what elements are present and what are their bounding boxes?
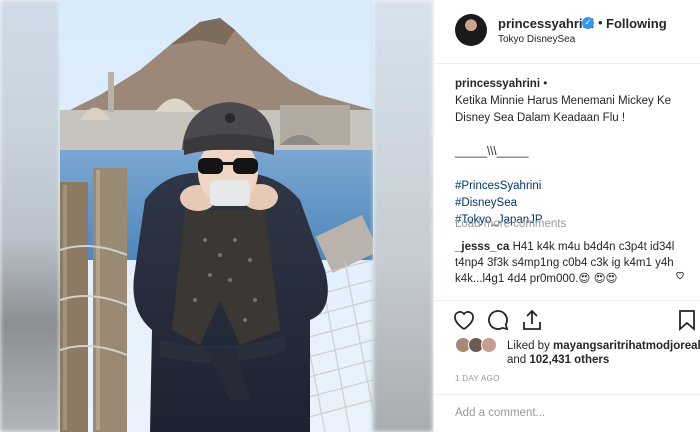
likes-prefix: Liked by [507, 340, 550, 352]
caption-username[interactable]: princessyahrini [455, 78, 540, 90]
verified-badge-icon: ✓ [582, 17, 594, 29]
likes-and: and [507, 354, 527, 366]
comment-icon[interactable] [486, 308, 510, 332]
header-separator: • [598, 15, 603, 30]
post-username[interactable]: princessyahrini [498, 16, 594, 31]
hashtag-link[interactable]: #DisneySea [455, 195, 695, 212]
avatar [481, 337, 497, 353]
caption-line-2: Disney Sea Dalam Keadaan Flu ! [455, 112, 626, 124]
comment-item: _jesss_ca H41 k4k m4u b4d4n c3p4t id34l … [455, 239, 680, 287]
likes-top-user[interactable]: mayangsaritrihatmodjoreal [553, 340, 700, 352]
bookmark-icon[interactable] [675, 308, 699, 332]
post-timestamp[interactable]: 1 DAY AGO [455, 374, 500, 383]
avatar[interactable] [455, 14, 487, 46]
post-photo-image [60, 0, 373, 432]
add-comment-field[interactable]: Add a comment... [434, 394, 700, 432]
following-button[interactable]: Following [606, 16, 667, 31]
share-icon[interactable] [520, 308, 544, 332]
likes-summary: Liked by mayangsaritrihatmodjoreal and 1… [455, 337, 700, 367]
likes-text: Liked by mayangsaritrihatmodjoreal and 1… [507, 339, 700, 367]
blurred-background-left [0, 0, 60, 432]
comment-username[interactable]: _jesss_ca [455, 241, 509, 253]
likes-count[interactable]: 102,431 others [529, 354, 609, 366]
post-sidebar: princessyahrini ✓ • Following Tokyo Disn… [433, 0, 700, 432]
post-photo[interactable] [60, 0, 373, 432]
load-more-comments-button[interactable]: Load more comments [455, 218, 566, 230]
caption-divider: _____\\\_____ [455, 146, 529, 158]
comment-like-heart-icon[interactable] [675, 270, 685, 280]
caption-separator: • [543, 78, 548, 90]
add-comment-placeholder[interactable]: Add a comment... [455, 407, 545, 419]
blurred-background-right [373, 0, 433, 432]
location-link[interactable]: Tokyo DisneySea [498, 34, 575, 45]
caption-line-1: Ketika Minnie Harus Menemani Mickey Ke [455, 95, 672, 107]
heart-icon[interactable] [452, 308, 476, 332]
hashtag-link[interactable]: #PrincesSyahrini [455, 178, 695, 195]
caption: princessyahrini • Ketika Minnie Harus Me… [455, 76, 695, 229]
action-bar [434, 300, 700, 340]
post-header: princessyahrini ✓ • Following Tokyo Disn… [434, 0, 700, 64]
